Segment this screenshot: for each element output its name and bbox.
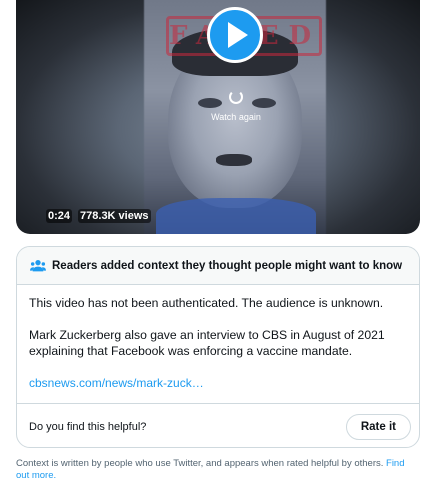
rate-it-button[interactable]: Rate it (345, 413, 411, 440)
video-views: 778.3K views (78, 209, 151, 223)
note-paragraph: This video has not been authenticated. T… (29, 296, 384, 310)
footnote-text: Context is written by people who use Twi… (16, 458, 384, 469)
note-title: Readers added context they thought peopl… (52, 259, 403, 272)
play-button[interactable] (207, 7, 263, 63)
video-subject-eye (252, 98, 276, 108)
video-duration: 0:24 (46, 209, 73, 223)
people-icon (30, 259, 46, 271)
video-player[interactable]: FAKED Watch again 0:24 778.3K views (16, 0, 420, 234)
watch-again-label[interactable]: Watch again (186, 112, 286, 122)
video-subject-eye (198, 98, 222, 108)
context-footnote: Context is written by people who use Twi… (16, 458, 416, 482)
note-header: Readers added context they thought peopl… (17, 247, 419, 285)
note-footer: Do you find this helpful? Rate it (17, 403, 419, 447)
video-subject-mouth (216, 154, 252, 166)
replay-icon[interactable] (229, 90, 243, 104)
context-note: Readers added context they thought peopl… (16, 246, 420, 448)
note-source-link[interactable]: cbsnews.com/news/mark-zuck… (29, 375, 204, 391)
note-paragraph: Mark Zuckerberg also gave an interview t… (29, 328, 385, 358)
video-meta: 0:24 778.3K views (46, 209, 151, 223)
video-subject-shirt (156, 198, 316, 234)
helpful-question: Do you find this helpful? (29, 420, 147, 433)
play-icon (228, 22, 248, 48)
note-body: This video has not been authenticated. T… (17, 285, 419, 391)
